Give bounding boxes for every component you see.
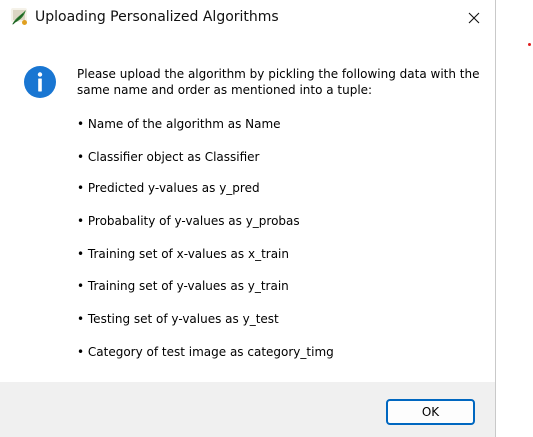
red-dot-marker [528,43,531,46]
close-button[interactable] [452,0,496,36]
dialog-title: Uploading Personalized Algorithms [35,9,279,25]
list-item: • Classifier object as Classifier [77,150,260,164]
title-bar: Uploading Personalized Algorithms [0,0,495,36]
message-body: Please upload the algorithm by pickling … [77,66,487,359]
list-item: • Category of test image as category_tim… [77,345,334,359]
info-icon [24,66,56,98]
list-item: • Training set of y-values as y_train [77,279,289,293]
list-item: • Testing set of y-values as y_test [77,312,279,326]
screen: Uploading Personalized Algorithms Please… [0,0,533,437]
message-intro: Please upload the algorithm by pickling … [77,67,480,97]
close-icon [468,12,480,24]
button-bar: OK [0,382,495,437]
list-item: • Name of the algorithm as Name [77,117,281,131]
python-tkinter-feather-icon [11,8,27,25]
message-dialog: Uploading Personalized Algorithms Please… [0,0,496,437]
list-item: • Training set of x-values as x_train [77,247,289,261]
ok-button[interactable]: OK [386,399,475,425]
list-item: • Probabality of y-values as y_probas [77,214,300,228]
list-item: • Predicted y-values as y_pred [77,181,260,195]
